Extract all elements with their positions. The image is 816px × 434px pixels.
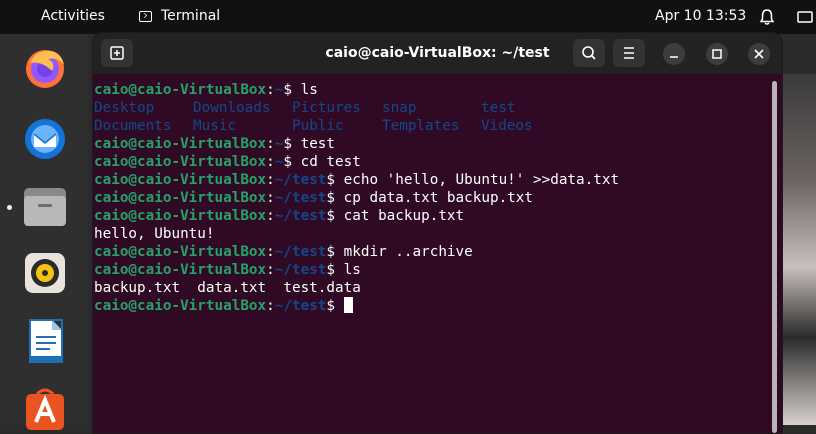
dir-entry: Templates: [382, 118, 460, 134]
top-bar: Activities Terminal Apr 10 13:53: [0, 0, 816, 34]
maximize-button[interactable]: [706, 43, 728, 65]
terminal-window: caio@caio-VirtualBox: ~/test caio@caio-V…: [93, 33, 782, 433]
close-icon: [754, 49, 764, 59]
terminal-line: caio@caio-VirtualBox:~/test$ ls: [94, 262, 361, 278]
menu-button[interactable]: [613, 39, 645, 67]
minimize-button[interactable]: [663, 43, 685, 65]
window-header: caio@caio-VirtualBox: ~/test: [93, 33, 782, 74]
minimize-icon: [670, 56, 678, 58]
clock[interactable]: Apr 10 13:53: [655, 8, 746, 24]
dir-entry: Videos: [481, 118, 533, 134]
thunderbird-icon[interactable]: [22, 116, 68, 162]
dir-entry: Pictures: [292, 100, 361, 116]
text-cursor: [343, 297, 353, 313]
dir-entry: test: [481, 100, 516, 116]
dir-entry: Desktop: [94, 100, 155, 116]
terminal-icon: [139, 10, 152, 22]
terminal-line: caio@caio-VirtualBox:~/test$ cp data.txt…: [94, 190, 534, 206]
activities-button[interactable]: Activities: [41, 8, 105, 24]
hamburger-icon: [624, 47, 634, 59]
dir-entry: snap: [382, 100, 417, 116]
search-button[interactable]: [573, 39, 605, 67]
search-icon: [582, 46, 596, 60]
terminal-line: caio@caio-VirtualBox:~/test$ mkdir ..arc…: [94, 244, 473, 260]
running-indicator: [7, 205, 12, 210]
terminal-line: caio@caio-VirtualBox:~$ test: [94, 136, 336, 152]
dir-entry: Music: [193, 118, 237, 134]
rhythmbox-icon[interactable]: [22, 250, 68, 296]
files-icon[interactable]: [22, 184, 68, 230]
terminal-line: caio@caio-VirtualBox:~$ cd test: [94, 154, 361, 170]
scrollbar[interactable]: [772, 81, 777, 433]
maximize-icon: [712, 49, 722, 59]
desktop-wallpaper: [780, 74, 816, 425]
close-button[interactable]: [748, 43, 770, 65]
dir-entry: Documents: [94, 118, 172, 134]
command-output: hello, Ubuntu!: [94, 226, 215, 242]
software-store-icon[interactable]: [22, 384, 68, 430]
terminal-line: caio@caio-VirtualBox:~$ ls: [94, 82, 318, 98]
dock: [0, 34, 88, 430]
terminal-line: caio@caio-VirtualBox:~/test$ cat backup.…: [94, 208, 465, 224]
terminal-line: caio@caio-VirtualBox:~/test$ echo 'hello…: [94, 172, 620, 188]
active-prompt[interactable]: caio@caio-VirtualBox:~/test$: [94, 297, 353, 315]
libreoffice-writer-icon[interactable]: [22, 318, 68, 364]
app-menu-label: Terminal: [161, 8, 221, 24]
network-icon[interactable]: [795, 8, 816, 26]
bell-icon[interactable]: [758, 8, 776, 26]
app-menu[interactable]: Terminal: [139, 8, 220, 24]
command-output: backup.txt data.txt test.data: [94, 280, 361, 296]
terminal-output[interactable]: caio@caio-VirtualBox:~$ ls Desktop Downl…: [93, 74, 782, 433]
dir-entry: Public: [292, 118, 344, 134]
firefox-icon[interactable]: [22, 45, 68, 91]
dir-entry: Downloads: [193, 100, 271, 116]
